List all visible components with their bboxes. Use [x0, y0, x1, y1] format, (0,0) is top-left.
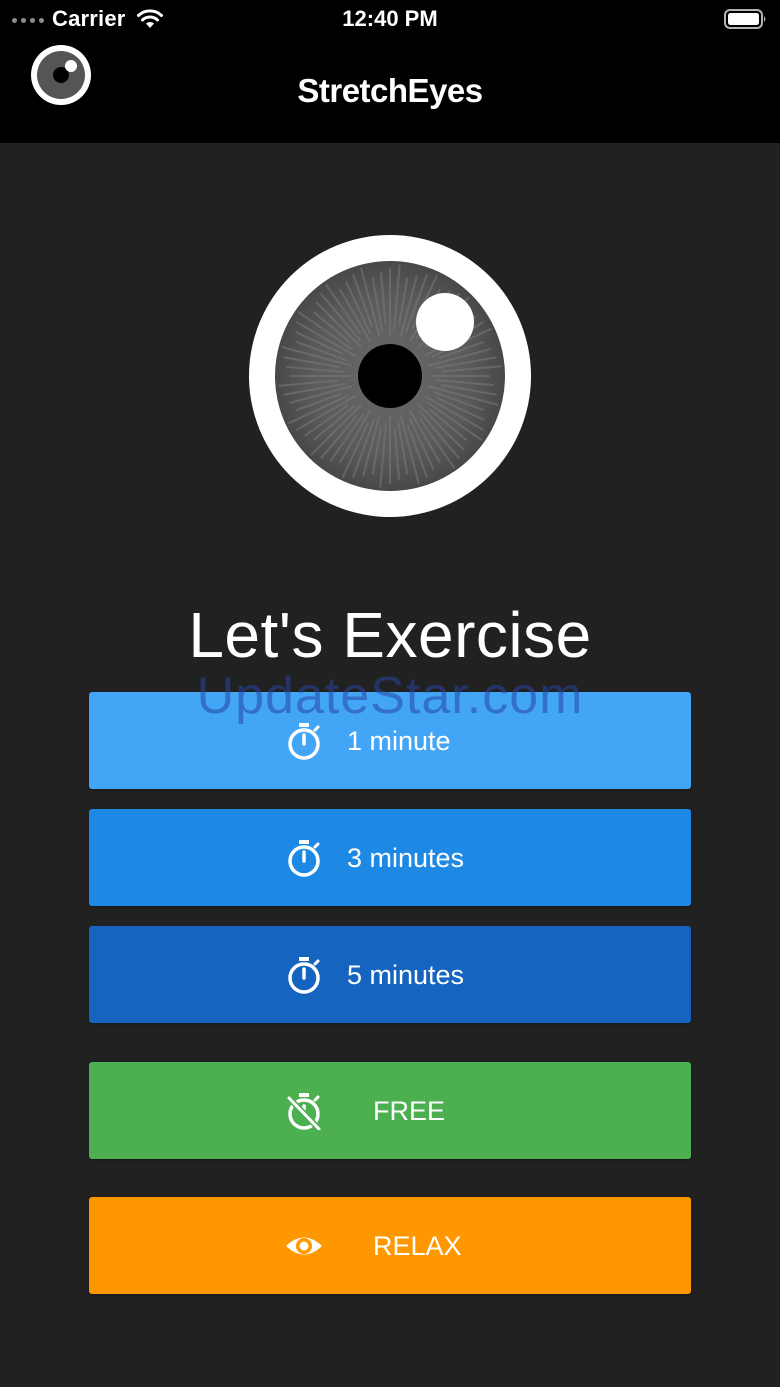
button-label: FREE [373, 1096, 446, 1126]
eye-icon [286, 1237, 322, 1255]
page-heading: Let's Exercise [188, 599, 592, 671]
button-label: 1 minute [347, 726, 451, 756]
button-label: 5 minutes [347, 960, 465, 990]
five-minutes-button[interactable]: 5 minutes [89, 926, 691, 1023]
app-screen: Carrier 12:40 PM StretchEyes Let's Exerc… [0, 0, 780, 1387]
relax-button[interactable]: RELAX [89, 1197, 691, 1294]
button-label: 3 minutes [347, 843, 465, 873]
app-title: StretchEyes [297, 72, 483, 109]
button-label: RELAX [373, 1231, 462, 1261]
stopwatch-icon [288, 957, 320, 994]
three-minutes-button[interactable]: 3 minutes [89, 809, 691, 906]
timer-off-icon [286, 1093, 322, 1130]
eye-illustration-icon [249, 235, 531, 517]
status-time: 12:40 PM [342, 6, 438, 31]
one-minute-button[interactable]: 1 minute [89, 692, 691, 789]
status-bar: Carrier 12:40 PM [0, 0, 780, 40]
stopwatch-icon [288, 840, 320, 877]
battery-icon [724, 9, 766, 29]
stopwatch-icon [288, 723, 320, 760]
free-button[interactable]: FREE [89, 1062, 691, 1159]
top-bar: Carrier 12:40 PM StretchEyes [0, 0, 780, 143]
